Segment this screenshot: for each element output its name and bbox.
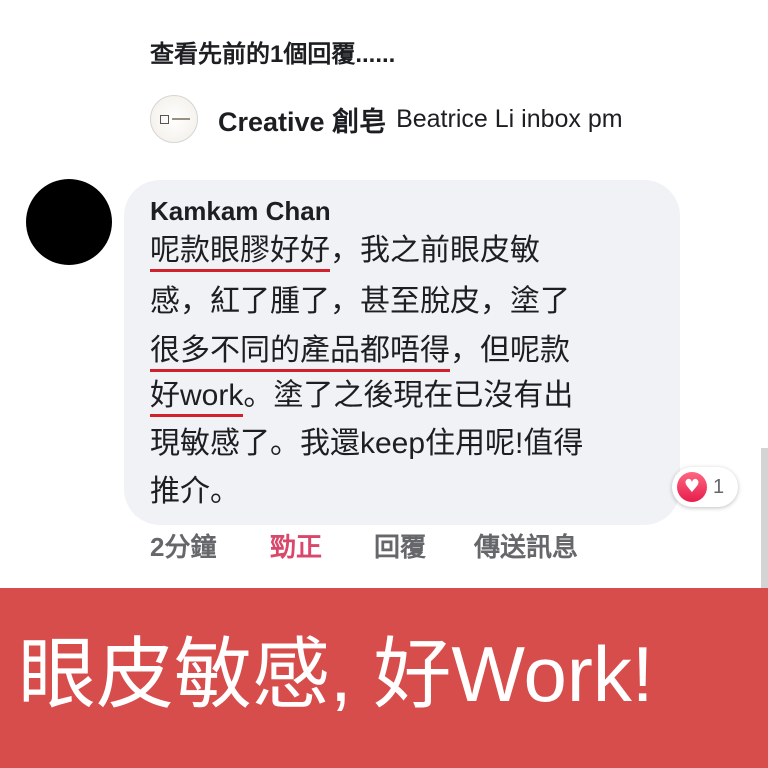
comment-text: ，但呢款: [450, 334, 570, 367]
logo-box-shape: [160, 115, 169, 124]
logo-wordmark-shape: [172, 118, 190, 120]
like-button[interactable]: 勁正: [270, 530, 322, 564]
view-previous-replies-link[interactable]: 查看先前的1個回覆......: [150, 34, 395, 69]
commenter-avatar[interactable]: [26, 179, 112, 265]
comment-text: 感，紅了腫了，甚至脫皮，塗了: [150, 285, 570, 318]
reply-button[interactable]: 回覆: [374, 530, 426, 564]
highlighted-phrase: 呢款眼膠好好: [150, 234, 330, 272]
comment-body-line-4: 好work。塗了之後現在已沒有出: [150, 376, 573, 428]
comment-text: ，我之前眼皮敏: [330, 234, 540, 267]
scrollbar-thumb[interactable]: [761, 448, 768, 588]
comment-body-line-6: 推介。: [150, 472, 240, 524]
highlighted-phrase: 很多不同的產品都唔得: [150, 334, 450, 372]
comment-text: 推介。: [150, 475, 240, 508]
comment-body-line-2: 感，紅了腫了，甚至脫皮，塗了: [150, 282, 570, 334]
comment-text: 。塗了之後現在已沒有出: [243, 379, 574, 412]
highlighted-phrase: 好work: [150, 379, 244, 417]
reply-preview[interactable]: Creative 創皂 Beatrice Li inbox pm: [150, 94, 623, 144]
comment-body-line-5: 現敏感了。我還keep住用呢!值得: [150, 424, 583, 476]
reaction-count: 1: [713, 475, 725, 498]
send-message-button[interactable]: 傳送訊息: [474, 530, 578, 564]
heart-icon: ♥: [677, 472, 707, 502]
comment-timestamp: 2分鐘: [150, 532, 217, 562]
comment-author-name[interactable]: Kamkam Chan: [150, 196, 331, 227]
previous-content-cutoff: [150, 0, 620, 4]
reply-author-name[interactable]: Creative 創皂: [218, 100, 386, 139]
reply-preview-text: Beatrice Li inbox pm: [396, 104, 623, 133]
comment-text: 現敏感了。我還keep住用呢!值得: [150, 427, 584, 460]
banner-caption: 眼皮敏感, 好Work!: [18, 630, 654, 718]
comment-body-line-1: 呢款眼膠好好，我之前眼皮敏: [150, 231, 540, 283]
reaction-badge[interactable]: ♥ 1: [672, 467, 738, 507]
creative-logo-icon[interactable]: [150, 95, 198, 143]
